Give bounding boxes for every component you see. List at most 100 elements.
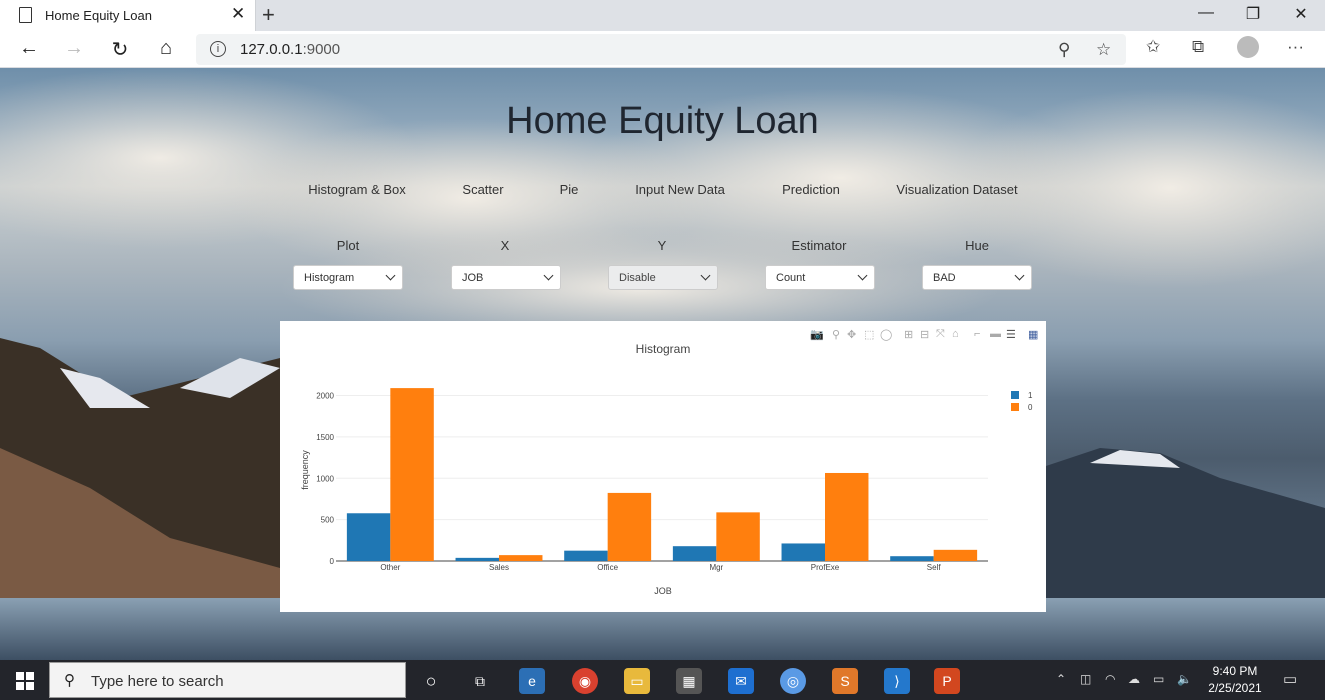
info-icon[interactable]: i — [210, 41, 226, 57]
estimator-dropdown-value: Count — [776, 272, 806, 284]
bar-sales-series-0 — [499, 555, 543, 561]
legend-swatch-1 — [1011, 391, 1019, 399]
bar-self-series-1 — [890, 556, 934, 561]
nav-histogram-box[interactable]: Histogram & Box — [308, 182, 406, 197]
clock-time: 9:40 PM — [1212, 664, 1258, 678]
x-tick-label: Mgr — [709, 563, 723, 572]
chrome-icon[interactable]: ◉ — [572, 668, 598, 694]
windows-start-icon[interactable] — [16, 672, 34, 690]
legend-label-0: 0 — [1028, 403, 1033, 412]
profile-avatar-icon[interactable] — [1237, 36, 1259, 58]
bar-other-series-0 — [390, 388, 434, 561]
y-dropdown[interactable]: Disable — [608, 265, 718, 290]
y-axis-label: frequency — [300, 450, 310, 490]
sublime-text-icon[interactable]: S — [832, 668, 858, 694]
collections-icon[interactable]: ⧉ — [1192, 37, 1204, 57]
hue-dropdown[interactable]: BAD — [922, 265, 1032, 290]
chevron-down-icon — [543, 270, 554, 281]
chevron-down-icon — [385, 270, 396, 281]
back-button[interactable]: ← — [17, 37, 41, 60]
close-tab-icon[interactable]: ✕ — [231, 4, 245, 24]
favorite-star-icon[interactable]: ☆ — [1096, 40, 1111, 60]
powerpoint-icon[interactable]: P — [934, 668, 960, 694]
forward-button[interactable]: → — [62, 37, 86, 60]
nav-visualization-dataset[interactable]: Visualization Dataset — [896, 182, 1017, 197]
clock[interactable]: 9:40 PM 2/25/2021 — [1200, 663, 1270, 697]
zoom-icon[interactable]: ⚲ — [1058, 40, 1070, 60]
hue-label: Hue — [965, 238, 989, 253]
cortana-icon[interactable]: ○ — [418, 668, 444, 694]
chevron-down-icon — [700, 270, 711, 281]
new-tab-button[interactable]: + — [262, 2, 275, 28]
x-dropdown-value: JOB — [462, 272, 484, 284]
wifi-icon[interactable]: ◠ — [1105, 672, 1115, 686]
taskbar: ⚲ Type here to search ○ ⧉ e ◉ ▭ ▦ ✉ ◎ S … — [0, 660, 1325, 700]
plot-dropdown[interactable]: Histogram — [293, 265, 403, 290]
bar-self-series-0 — [933, 549, 978, 561]
browser-tab-strip: Home Equity Loan ✕ + — ❐ ✕ — [0, 0, 1325, 31]
estimator-dropdown[interactable]: Count — [765, 265, 875, 290]
tab-title: Home Equity Loan — [45, 8, 152, 23]
home-button[interactable]: ⌂ — [154, 37, 178, 60]
clock-date: 2/25/2021 — [1208, 681, 1262, 695]
bar-mgr-series-0 — [716, 512, 760, 561]
page-icon — [19, 7, 32, 23]
chevron-down-icon — [857, 270, 868, 281]
bar-sales-series-1 — [455, 557, 499, 561]
taskbar-search-input[interactable]: ⚲ Type here to search — [49, 662, 406, 698]
notifications-icon[interactable]: ▭ — [1283, 670, 1297, 688]
vscode-icon[interactable]: ⟩ — [884, 668, 910, 694]
task-view-icon[interactable]: ⧉ — [467, 668, 493, 694]
more-menu-icon[interactable]: ··· — [1287, 37, 1304, 57]
address-toolbar: ← → ↻ ⌂ i 127.0.0.1:9000 ⚲ ☆ ✩ ⧉ ··· — [0, 31, 1325, 68]
histogram-chart: Histogram 0 500 1000 1500 2000 Other Sales Offic… — [300, 342, 1033, 596]
y-tick-label: 500 — [321, 516, 335, 525]
x-label: X — [500, 238, 510, 253]
close-window-button[interactable]: ✕ — [1289, 4, 1313, 24]
y-tick-label: 2000 — [316, 392, 334, 401]
histogram-chart-card: 📷 ⚲ ✥ ⬚ ◯ ⊞ ⊟ ⤧ ⌂ ⌐ ▬ ☰ ▦ Histogram 0 500 1… — [280, 321, 1046, 612]
y-label: Y — [657, 238, 667, 253]
bar-office-series-0 — [607, 492, 652, 561]
web-page: Home Equity Loan Histogram & Box Scatter… — [0, 68, 1325, 660]
file-explorer-icon[interactable]: ▭ — [624, 668, 650, 694]
url-field[interactable]: i 127.0.0.1:9000 ⚲ ☆ — [196, 34, 1126, 65]
nav-input-new-data[interactable]: Input New Data — [635, 182, 725, 197]
cloud-icon[interactable]: ☁ — [1128, 672, 1140, 686]
nav-pie[interactable]: Pie — [560, 182, 579, 197]
y-tick-label: 1000 — [316, 474, 334, 483]
url-text: 127.0.0.1:9000 — [240, 41, 341, 58]
show-hidden-icons[interactable]: ⌃ — [1056, 672, 1066, 686]
tray-app-icon[interactable]: ◫ — [1080, 672, 1091, 686]
legend-label-1: 1 — [1028, 391, 1033, 400]
x-tick-label: ProfExe — [811, 563, 840, 572]
page-title: Home Equity Loan — [506, 100, 819, 142]
plot-dropdown-value: Histogram — [304, 272, 355, 284]
chromium-icon[interactable]: ◎ — [780, 668, 806, 694]
minimize-button[interactable]: — — [1194, 4, 1218, 22]
browser-tab[interactable]: Home Equity Loan ✕ — [0, 0, 256, 31]
favorites-icon[interactable]: ✩ — [1146, 37, 1160, 57]
chevron-down-icon — [1014, 270, 1025, 281]
bar-profexe-series-0 — [825, 472, 869, 561]
x-tick-label: Self — [927, 563, 942, 572]
search-placeholder: Type here to search — [91, 673, 224, 690]
edge-browser-icon[interactable]: e — [519, 668, 545, 694]
y-tick-label: 1500 — [316, 433, 334, 442]
bar-office-series-1 — [564, 550, 608, 561]
bar-mgr-series-1 — [672, 546, 717, 561]
y-tick-label: 0 — [330, 557, 335, 566]
bar-profexe-series-1 — [781, 543, 825, 561]
volume-icon[interactable]: 🔈 — [1177, 672, 1192, 686]
nav-scatter[interactable]: Scatter — [462, 182, 503, 197]
refresh-button[interactable]: ↻ — [108, 37, 132, 62]
bar-other-series-1 — [346, 513, 391, 561]
restore-button[interactable]: ❐ — [1241, 4, 1265, 24]
y-dropdown-value: Disable — [619, 272, 656, 284]
mail-icon[interactable]: ✉ — [728, 668, 754, 694]
battery-icon[interactable]: ▭ — [1153, 672, 1164, 686]
store-icon[interactable]: ▦ — [676, 668, 702, 694]
x-dropdown[interactable]: JOB — [451, 265, 561, 290]
nav-prediction[interactable]: Prediction — [782, 182, 840, 197]
legend-swatch-0 — [1011, 403, 1019, 411]
